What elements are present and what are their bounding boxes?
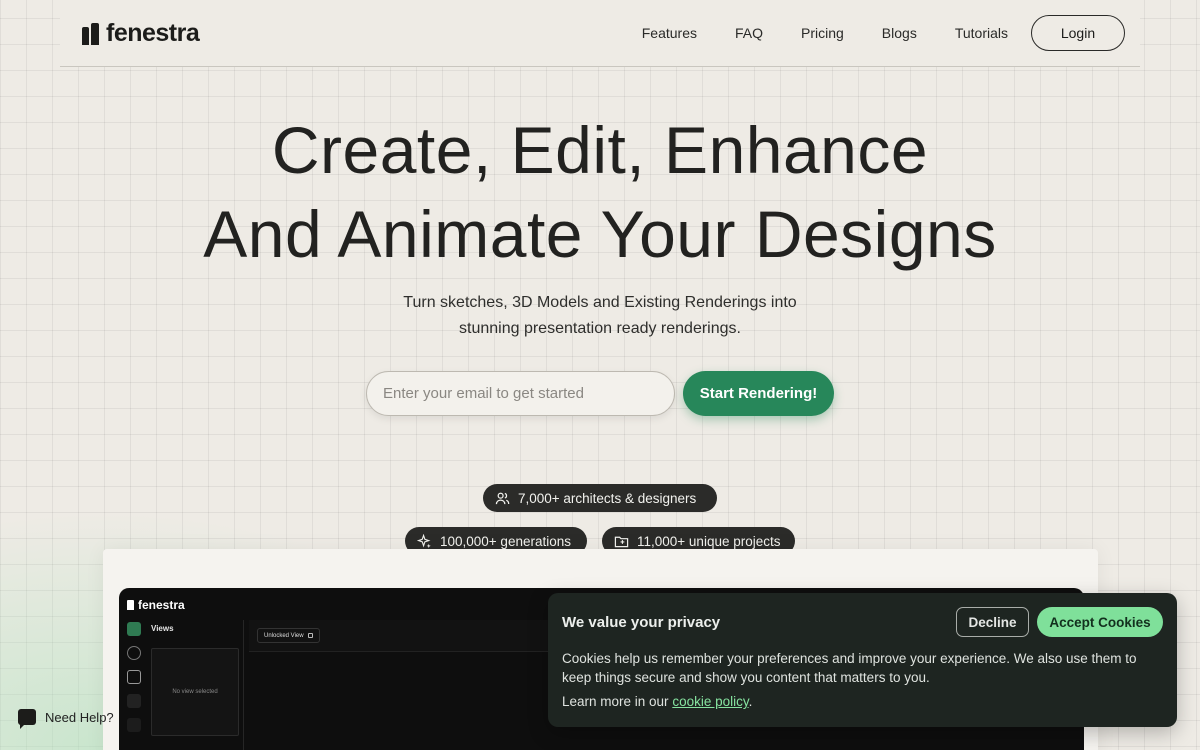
need-help-button[interactable]: Need Help? (18, 709, 114, 729)
cookie-learn-prefix: Learn more in our (562, 694, 673, 709)
fenestra-logo-icon (82, 22, 100, 45)
stat-generations-text: 100,000+ generations (440, 533, 571, 549)
brand-logo[interactable]: fenestra (82, 19, 200, 48)
nav-link-pricing[interactable]: Pricing (801, 25, 844, 41)
cookie-policy-link[interactable]: cookie policy (672, 694, 748, 709)
layer-icon (127, 694, 141, 708)
need-help-label: Need Help? (45, 709, 114, 725)
brand-name: fenestra (106, 19, 200, 47)
login-button[interactable]: Login (1031, 15, 1125, 51)
lock-icon (307, 633, 313, 638)
fenestra-small-logo-icon (127, 600, 134, 610)
cookie-banner: We value your privacy Decline Accept Coo… (548, 593, 1177, 727)
app-preview-logo: fenestra (127, 598, 185, 612)
hero-title-line-2: And Animate Your Designs (203, 197, 997, 271)
nav-links: Features FAQ Pricing Blogs Tutorials (642, 25, 1008, 41)
app-preview-sidebar (125, 622, 145, 742)
cookie-learn-more: Learn more in our cookie policy. (562, 694, 752, 709)
accept-cookies-button[interactable]: Accept Cookies (1037, 607, 1163, 637)
users-icon (495, 492, 510, 504)
decline-cookies-button[interactable]: Decline (956, 607, 1029, 637)
hero-title-line-1: Create, Edit, Enhance (271, 113, 929, 187)
views-label: Views (151, 624, 174, 633)
hero-subtitle-line-2: stunning presentation ready renderings. (459, 320, 741, 337)
image-icon (127, 670, 141, 684)
tool-icon (127, 718, 141, 732)
cookie-learn-suffix: . (748, 694, 753, 709)
views-panel: Views No view selected (147, 620, 244, 750)
hero-subtitle: Turn sketches, 3D Models and Existing Re… (0, 290, 1200, 342)
email-input[interactable] (366, 371, 675, 416)
unlocked-view-text: Unlocked View (264, 632, 304, 639)
sparkle-icon (417, 533, 431, 548)
add-icon (127, 622, 141, 636)
nav-link-blogs[interactable]: Blogs (882, 25, 917, 41)
stat-architects-text: 7,000+ architects & designers (518, 490, 697, 506)
hero-title: Create, Edit, Enhance And Animate Your D… (0, 108, 1200, 276)
folder-icon (614, 536, 629, 547)
nav-link-features[interactable]: Features (642, 25, 697, 41)
history-icon (127, 646, 141, 660)
cookie-title: We value your privacy (562, 614, 721, 631)
view-placeholder: No view selected (151, 648, 239, 736)
chat-icon (18, 709, 36, 729)
unlocked-view-chip: Unlocked View (257, 628, 320, 643)
nav-link-tutorials[interactable]: Tutorials (955, 25, 1008, 41)
app-preview-logo-text: fenestra (138, 598, 185, 612)
cookie-body: Cookies help us remember your preference… (562, 651, 1137, 685)
no-view-text: No view selected (172, 689, 218, 695)
stat-pill-architects: 7,000+ architects & designers (483, 484, 717, 512)
start-rendering-button[interactable]: Start Rendering! (683, 371, 834, 416)
nav-link-faq[interactable]: FAQ (735, 25, 763, 41)
stat-projects-text: 11,000+ unique projects (637, 533, 781, 549)
hero-subtitle-line-1: Turn sketches, 3D Models and Existing Re… (403, 294, 797, 311)
top-nav: fenestra Features FAQ Pricing Blogs Tuto… (60, 0, 1140, 67)
